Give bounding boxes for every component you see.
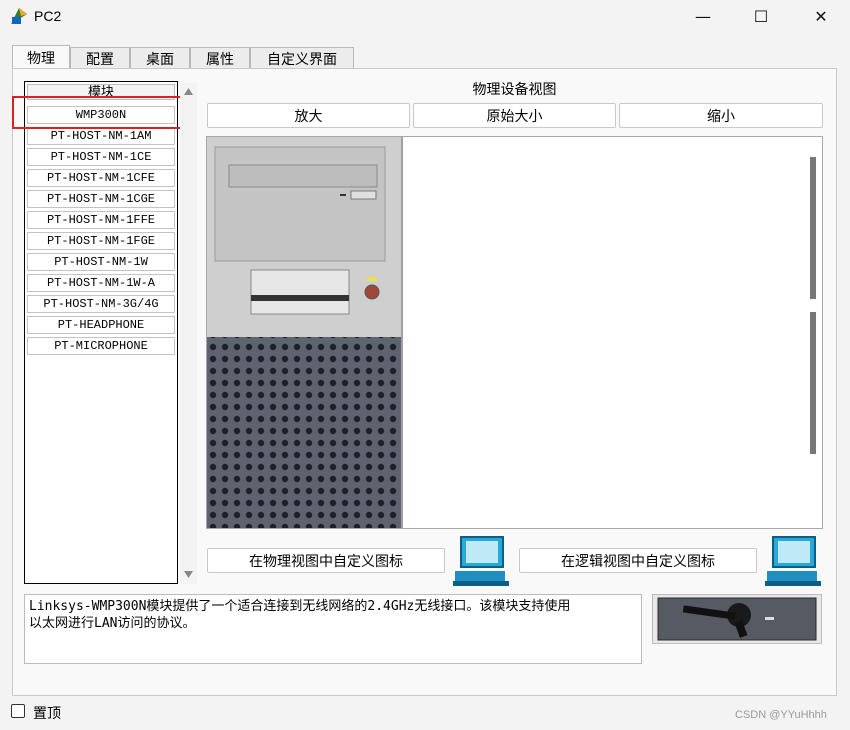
tab-desktop[interactable]: 桌面	[130, 47, 190, 69]
original-size-button[interactable]: 原始大小	[413, 103, 616, 128]
customize-logical-icon-button[interactable]: 在逻辑视图中自定义图标	[519, 548, 757, 573]
zoom-out-button[interactable]: 缩小	[619, 103, 823, 128]
module-item[interactable]: PT-HOST-NM-1FGE	[27, 232, 175, 250]
module-description: Linksys-WMP300N模块提供了一个适合连接到无线网络的2.4GHz无线…	[24, 594, 642, 664]
tab-physical[interactable]: 物理	[12, 45, 70, 69]
module-item[interactable]: PT-HOST-NM-1CE	[27, 148, 175, 166]
zoom-in-button[interactable]: 放大	[207, 103, 410, 128]
description-line-1: Linksys-WMP300N模块提供了一个适合连接到无线网络的2.4GHz无线…	[29, 599, 571, 614]
module-item[interactable]: PT-HOST-NM-1CFE	[27, 169, 175, 187]
module-item[interactable]: PT-HOST-NM-1AM	[27, 127, 175, 145]
module-item[interactable]: PT-HOST-NM-1CGE	[27, 190, 175, 208]
tab-custom-interface[interactable]: 自定义界面	[250, 47, 354, 69]
description-line-2: 以太网进行LAN访问的协议。	[29, 616, 196, 631]
pc-icon-physical[interactable]	[451, 535, 513, 587]
tab-attributes[interactable]: 属性	[190, 47, 250, 69]
tab-config[interactable]: 配置	[70, 47, 130, 69]
physical-device-view[interactable]	[206, 136, 823, 529]
packet-tracer-app-icon	[11, 8, 27, 24]
wmp300n-module-icon	[657, 597, 817, 641]
module-item[interactable]: PT-HOST-NM-1FFE	[27, 211, 175, 229]
selection-highlight-box	[12, 96, 185, 129]
module-item[interactable]: PT-HEADPHONE	[27, 316, 175, 334]
module-image	[652, 594, 822, 644]
module-item[interactable]: PT-MICROPHONE	[27, 337, 175, 355]
module-item[interactable]: PT-HOST-NM-1W-A	[27, 274, 175, 292]
watermark: CSDN @YYuHhhh	[735, 709, 827, 721]
physical-view-title: 物理设备视图	[472, 82, 557, 98]
pc-icon-logical[interactable]	[763, 535, 825, 587]
scrollbar-arrows-icon	[184, 88, 193, 578]
module-item[interactable]: PT-HOST-NM-1W	[27, 253, 175, 271]
customize-physical-icon-button[interactable]: 在物理视图中自定义图标	[207, 548, 445, 573]
minimize-button[interactable]: —	[679, 0, 727, 32]
pin-on-top-label: 置顶	[33, 706, 61, 722]
module-list-scrollbar[interactable]	[180, 83, 197, 584]
close-button[interactable]: ✕	[797, 0, 845, 32]
maximize-button[interactable]: ☐	[737, 0, 785, 32]
pin-on-top-checkbox[interactable]	[11, 704, 25, 718]
pc-tower-image	[207, 137, 816, 528]
module-item[interactable]: PT-HOST-NM-3G/4G	[27, 295, 175, 313]
window-title: PC2	[34, 8, 62, 24]
